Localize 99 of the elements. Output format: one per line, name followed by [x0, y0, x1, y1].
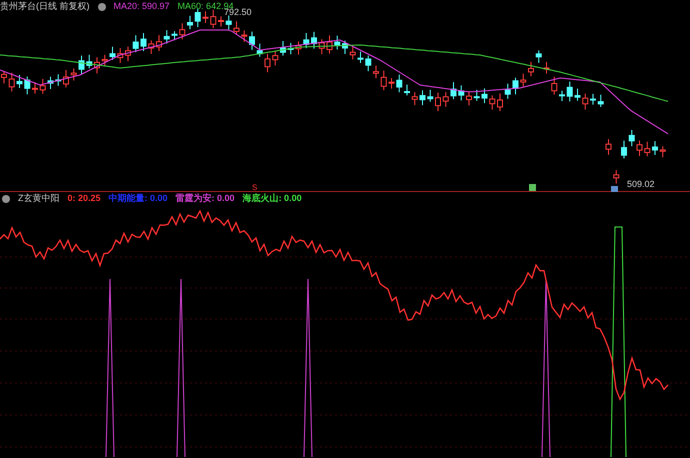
candlestick [613, 170, 620, 184]
candlestick [536, 50, 542, 64]
candlestick [334, 35, 340, 50]
candlestick [241, 30, 248, 42]
candlestick [621, 140, 627, 160]
candlestick [365, 55, 372, 72]
candlestick [373, 65, 379, 79]
candlestick [318, 38, 325, 55]
candlestick [551, 76, 558, 96]
candlestick [644, 141, 650, 157]
candlestick [63, 70, 69, 88]
candlestick [288, 42, 294, 55]
candlestick [466, 91, 472, 106]
candlestick [520, 73, 526, 88]
candlestick [272, 50, 278, 66]
candlestick [358, 51, 364, 64]
candlestick [636, 140, 642, 157]
candlestick [574, 88, 580, 102]
candlestick [435, 92, 441, 112]
candlestick [660, 146, 666, 158]
candlestick [117, 48, 124, 64]
candlestick [187, 15, 193, 30]
chart-title: 贵州茅台(日线 前复权) [0, 0, 90, 13]
candlestick [55, 74, 62, 86]
candlestick [606, 138, 612, 156]
candlestick [202, 10, 208, 24]
candlestick [94, 56, 100, 74]
candlestick [234, 20, 240, 36]
candlestick [442, 92, 449, 108]
candlestick [544, 61, 550, 74]
candlestick [78, 55, 84, 76]
low-price-label: 509.02 [627, 179, 655, 189]
settings-icon[interactable] [98, 2, 106, 11]
candlestick [210, 9, 216, 29]
candlestick [482, 88, 488, 104]
candlestick [380, 70, 387, 91]
indicator-value: 雷霆为安: 0.00 [176, 192, 235, 205]
candlestick [218, 16, 224, 28]
candlestick [32, 82, 38, 94]
candlestick [148, 40, 154, 54]
candlestick [264, 53, 270, 73]
candlestick [110, 46, 116, 60]
candlestick [102, 54, 108, 67]
candlestick [396, 74, 402, 93]
candlestick [256, 43, 263, 58]
settings-icon[interactable] [2, 194, 10, 203]
candlestick [132, 34, 139, 53]
indicator-value: 海底火山: 0.00 [242, 192, 302, 205]
signal-badge-icon [529, 184, 536, 191]
candlestick [474, 89, 480, 102]
candlestick [404, 84, 410, 96]
candlestick [497, 92, 503, 112]
candlestick [598, 94, 604, 108]
signal-badge-icon [611, 186, 618, 192]
candlestick [194, 8, 201, 28]
candlestick [427, 89, 434, 102]
moving-average-value: MA20: 590.97 [114, 0, 170, 13]
candlestick [512, 77, 518, 95]
indicator-title: Z玄黄中阳 [18, 192, 60, 205]
candlestick [652, 140, 658, 156]
candlestick [342, 40, 348, 54]
indicator-value: 中期能量: 0.00 [108, 192, 168, 205]
candlestick [249, 31, 255, 50]
candlestick [226, 15, 232, 30]
candlestick [326, 34, 332, 54]
indicator-value: 0: 20.25 [68, 192, 101, 205]
candlestick [420, 90, 426, 106]
candlestick [164, 30, 170, 44]
candlestick [24, 76, 30, 95]
candlestick [296, 40, 302, 56]
candlestick [179, 22, 186, 40]
candlestick [70, 68, 77, 81]
candlestick [458, 84, 464, 101]
candlestick [590, 93, 596, 106]
candlestick [311, 31, 317, 50]
candlestick [172, 30, 178, 41]
candlestick [40, 78, 46, 94]
candlestick [16, 74, 22, 88]
candlestick [303, 32, 310, 49]
candlestick [280, 40, 286, 56]
candlestick [388, 78, 394, 90]
candlestick [582, 93, 588, 110]
candlestick [48, 76, 54, 90]
candlestick [566, 81, 573, 102]
candlestick [450, 82, 456, 100]
candlestick [8, 72, 15, 92]
candlestick [559, 90, 565, 102]
candlestick [528, 61, 534, 77]
candlestick [628, 129, 635, 147]
candlestick [125, 46, 131, 62]
candlestick [489, 94, 496, 110]
candlestick [86, 54, 92, 69]
candlestick [156, 34, 162, 52]
high-price-label: 792.50 [224, 7, 252, 17]
candlestick [140, 32, 146, 52]
candlestick [350, 45, 356, 60]
candlestick [504, 83, 511, 100]
candlestick [412, 92, 418, 106]
sell-marker: S [252, 183, 258, 192]
